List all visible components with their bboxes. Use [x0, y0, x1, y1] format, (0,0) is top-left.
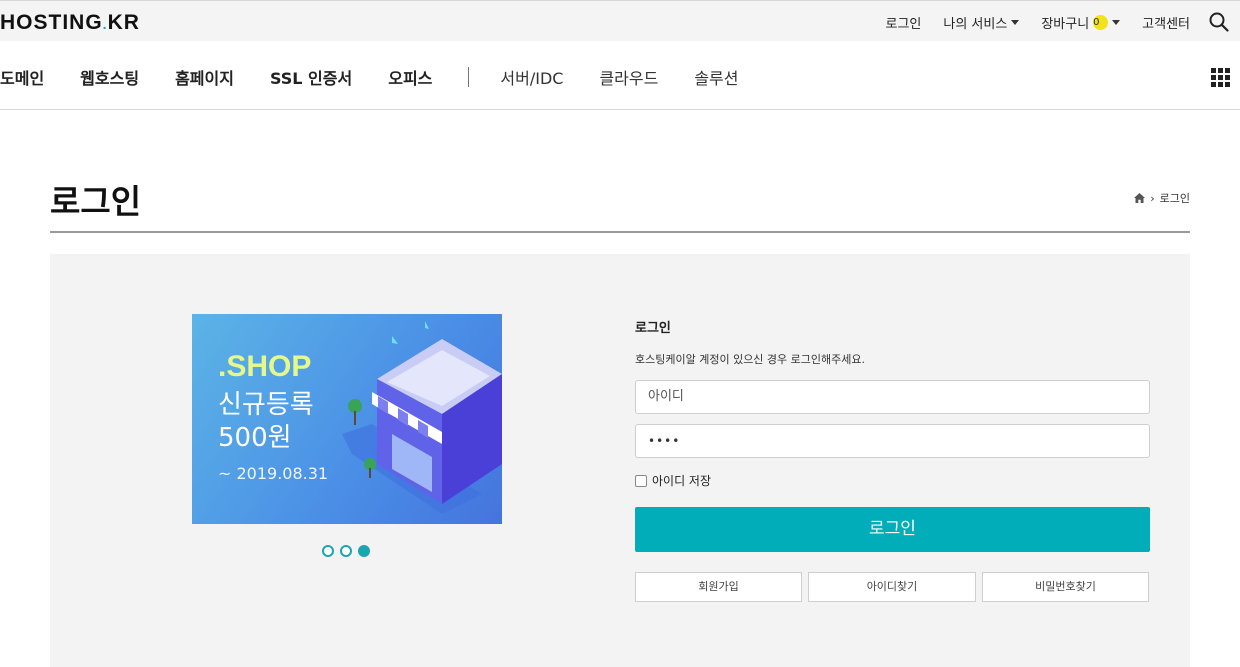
carousel-dot-1[interactable]: [322, 545, 334, 557]
search-icon[interactable]: [1209, 12, 1229, 32]
breadcrumb-current: 로그인: [1159, 192, 1190, 205]
remember-id-option[interactable]: 아이디 저장: [635, 472, 711, 489]
support-link[interactable]: 고객센터: [1142, 13, 1190, 32]
nav-item-ssl[interactable]: SSL 인증서: [270, 65, 352, 89]
utility-links: 로그인 나의 서비스 장바구니 0 고객센터: [885, 13, 1190, 32]
user-id-input[interactable]: 아이디: [635, 380, 1150, 414]
main-nav: 도메인 웹호스팅 홈페이지 SSL 인증서 오피스 서버/IDC 클라우드 솔루…: [0, 41, 1240, 110]
breadcrumb: › 로그인: [1134, 190, 1190, 206]
remember-id-checkbox[interactable]: [635, 474, 647, 487]
signup-button[interactable]: 회원가입: [635, 572, 802, 602]
nav-item-solution[interactable]: 솔루션: [694, 65, 738, 89]
heading-divider: [50, 231, 1190, 233]
cart-label: 장바구니: [1041, 17, 1090, 32]
cart-count-badge: 0: [1093, 15, 1109, 30]
promo-banner[interactable]: .SHOP 신규등록 500원 ~ 2019.08.31: [192, 314, 502, 524]
nav-item-homepage[interactable]: 홈페이지: [175, 65, 234, 89]
carousel-dot-2[interactable]: [340, 545, 352, 557]
find-id-button[interactable]: 아이디찾기: [808, 572, 976, 602]
my-services-menu[interactable]: 나의 서비스: [943, 13, 1020, 32]
nav-item-domain[interactable]: 도메인: [0, 65, 44, 89]
logo-text: HOSTING: [0, 11, 103, 34]
cart-menu[interactable]: 장바구니 0: [1041, 13, 1121, 32]
logo-tld: KR: [107, 11, 140, 34]
find-password-button[interactable]: 비밀번호찾기: [982, 572, 1149, 602]
nav-item-office[interactable]: 오피스: [388, 65, 432, 89]
top-bar: HOSTING.KR 로그인 나의 서비스 장바구니 0 고객센터: [0, 0, 1240, 41]
login-form-title: 로그인: [635, 321, 671, 336]
home-icon[interactable]: [1134, 193, 1146, 203]
carousel-dots: [322, 545, 370, 557]
page-title: 로그인: [50, 182, 142, 221]
banner-subline: 신규등록: [218, 390, 314, 420]
login-button[interactable]: 로그인: [635, 507, 1150, 552]
password-input[interactable]: ••••: [635, 424, 1150, 458]
login-panel: .SHOP 신규등록 500원 ~ 2019.08.31 로그인 호스팅케이알 …: [50, 254, 1190, 667]
carousel-dot-3[interactable]: [358, 545, 370, 557]
nav-item-webhosting[interactable]: 웹호스팅: [80, 65, 139, 89]
breadcrumb-separator-icon: ›: [1150, 191, 1155, 205]
banner-period: ~ 2019.08.31: [218, 464, 329, 483]
all-menu-grid-icon[interactable]: [1211, 68, 1230, 87]
remember-id-label: 아이디 저장: [652, 474, 712, 488]
banner-headline: .SHOP: [218, 350, 312, 383]
nav-divider: [468, 67, 470, 87]
login-form-description: 호스팅케이알 계정이 있으신 경우 로그인해주세요.: [635, 353, 866, 366]
nav-item-server-idc[interactable]: 서버/IDC: [500, 65, 563, 89]
banner-price: 500원: [218, 423, 292, 453]
shop-illustration: [342, 321, 502, 514]
nav-item-cloud[interactable]: 클라우드: [599, 65, 658, 89]
my-services-label: 나의 서비스: [943, 17, 1008, 32]
caret-down-icon: [1112, 20, 1121, 25]
caret-down-icon: [1011, 20, 1020, 25]
site-logo[interactable]: HOSTING.KR: [0, 11, 140, 35]
login-link[interactable]: 로그인: [885, 13, 921, 32]
